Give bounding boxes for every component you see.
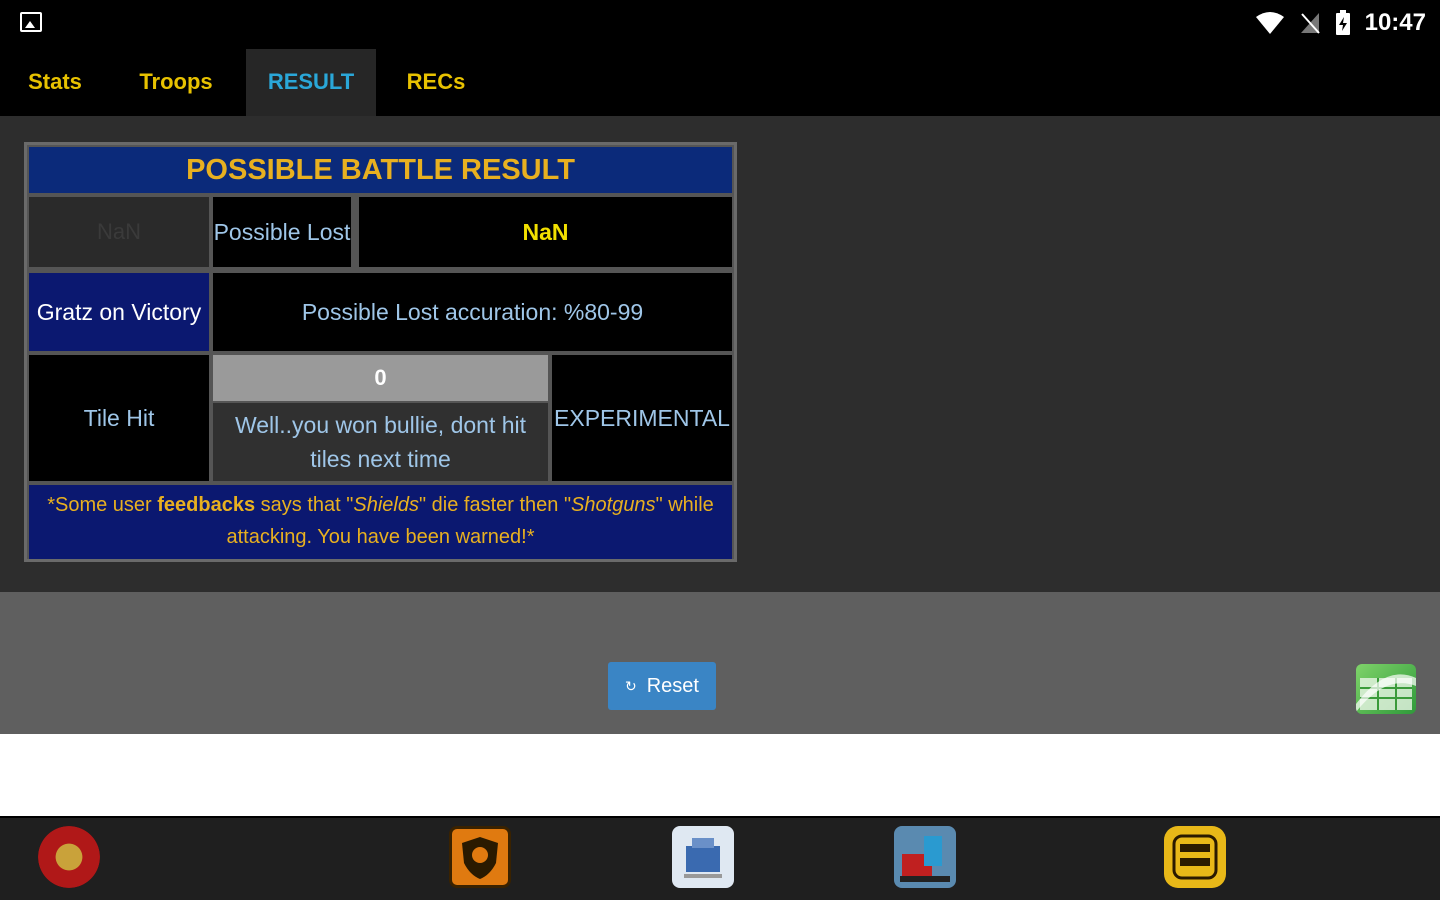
victory-message: Gratz on Victory <box>29 273 209 351</box>
tile-hit-value: 0 <box>213 355 548 401</box>
possible-lost-label: Possible Lost <box>213 197 351 267</box>
red-robot-app-icon[interactable] <box>894 826 956 888</box>
tab-recs[interactable]: RECs <box>396 49 476 116</box>
coc-lab-app-icon[interactable] <box>1164 826 1226 888</box>
shield-emblem-app-icon[interactable] <box>449 826 511 888</box>
status-bar: 10:47 <box>0 0 1440 46</box>
action-area: ↻ Reset <box>0 592 1440 734</box>
tab-bar: Stats Troops RESULT RECs <box>0 46 1440 116</box>
no-signal-icon <box>1300 13 1320 34</box>
table-title: POSSIBLE BATTLE RESULT <box>29 147 732 193</box>
spreadsheet-icon[interactable] <box>1356 664 1416 714</box>
accuracy-text: Possible Lost accuration: %80-99 <box>213 273 732 351</box>
tab-result[interactable]: RESULT <box>246 49 376 116</box>
bottom-app-bar <box>0 816 1440 900</box>
battery-charging-icon <box>1335 10 1350 35</box>
tile-hit-label: Tile Hit <box>29 355 209 481</box>
reset-label: Reset <box>646 674 699 697</box>
clock: 10:47 <box>1364 9 1426 36</box>
tab-stats[interactable]: Stats <box>14 49 96 116</box>
experimental-label: EXPERIMENTAL <box>552 355 732 481</box>
refresh-icon: ↻ <box>625 677 637 694</box>
status-icons: 10:47 <box>1255 8 1426 38</box>
ad-banner-area <box>0 734 1440 816</box>
reset-button[interactable]: ↻ Reset <box>608 662 716 710</box>
blue-building-app-icon[interactable] <box>672 826 734 888</box>
warning-note: *Some user feedbacks says that "Shields"… <box>29 485 732 559</box>
tile-hit-message: Well..you won bullie, dont hit tiles nex… <box>213 403 548 481</box>
nan-right-value: NaN <box>359 197 732 267</box>
result-panel: POSSIBLE BATTLE RESULT NaN Possible Lost… <box>0 116 1440 592</box>
nan-left-value: NaN <box>29 197 209 267</box>
image-icon <box>20 12 42 32</box>
tab-troops[interactable]: Troops <box>128 49 224 116</box>
battle-result-table: POSSIBLE BATTLE RESULT NaN Possible Lost… <box>24 142 737 562</box>
clan-badge-app-icon[interactable] <box>38 826 100 888</box>
wifi-icon <box>1255 12 1284 34</box>
